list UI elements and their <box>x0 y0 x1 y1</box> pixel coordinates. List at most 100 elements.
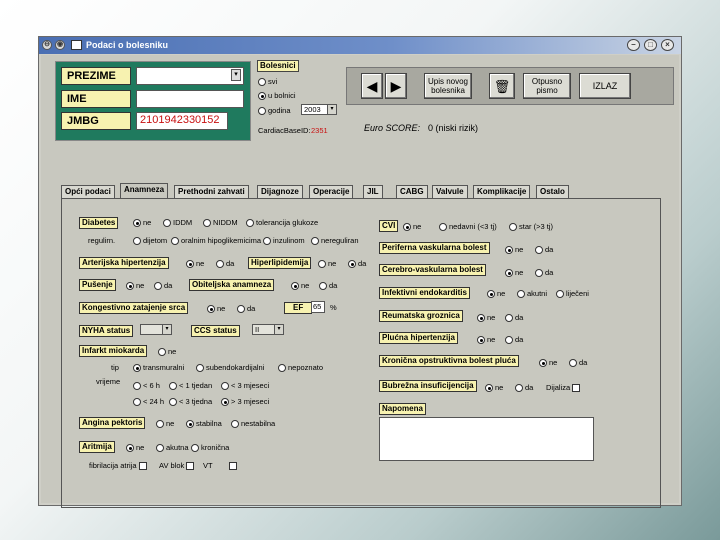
prezime-input[interactable] <box>136 67 244 85</box>
diabetes-tolerancija[interactable]: tolerancija glukoze <box>246 218 318 227</box>
tab-dijagnoze[interactable]: Dijagnoze <box>257 185 303 198</box>
bubrezna-ne[interactable]: ne <box>485 383 503 392</box>
kongestivno-da[interactable]: da <box>237 304 255 313</box>
ef-input[interactable]: 65 <box>311 301 325 313</box>
ime-label: IME <box>61 90 131 108</box>
tab-komplikacije[interactable]: Komplikacije <box>473 185 531 198</box>
diabetes-iddm[interactable]: IDDM <box>163 218 192 227</box>
hiperlipidemija-label: Hiperlipidemija <box>248 257 312 269</box>
reg-inzulinom[interactable]: inzulinom <box>263 236 305 245</box>
periferna-ne[interactable]: ne <box>505 245 523 254</box>
tab-valvule[interactable]: Valvule <box>432 185 468 198</box>
diabetes-niddm[interactable]: NIDDM <box>203 218 238 227</box>
cerebro-label: Cerebro-vaskularna bolest <box>379 264 486 276</box>
ccs-select[interactable]: II ▾ <box>252 324 284 335</box>
plucna-ne[interactable]: ne <box>477 335 495 344</box>
infarkt-transmuralni[interactable]: transmuralni <box>133 363 184 372</box>
napomena-textarea[interactable] <box>379 417 594 461</box>
tab-opci-podaci[interactable]: Opći podaci <box>61 185 115 198</box>
vrijeme-vise-3mjeseci[interactable]: > 3 mjeseci <box>221 397 269 406</box>
vrijeme-3mjeseci[interactable]: < 3 mjeseci <box>221 381 269 390</box>
av-blok-checkbox[interactable]: AV blok <box>159 461 195 470</box>
vrijeme-24h[interactable]: < 24 h <box>133 397 164 406</box>
vrijeme-3tjedna[interactable]: < 3 tjedna <box>169 397 212 406</box>
reumatska-da[interactable]: da <box>505 313 523 322</box>
diabetes-ne[interactable]: ne <box>133 218 151 227</box>
pusenje-da[interactable]: da <box>154 281 172 290</box>
periferna-da[interactable]: da <box>535 245 553 254</box>
kongestivno-ne[interactable]: ne <box>207 304 225 313</box>
bolesnici-svi[interactable]: svi <box>258 77 277 86</box>
vrijeme-1tjedan[interactable]: < 1 tjedan <box>169 381 212 390</box>
infarkt-vrijeme-label: vrijeme <box>96 377 121 386</box>
vt-checkbox[interactable]: VT <box>203 461 237 470</box>
cvi-ne[interactable]: ne <box>403 222 421 231</box>
tab-anamneza[interactable]: Anamneza <box>120 183 169 199</box>
tab-prethodni-zahvati[interactable]: Prethodni zahvati <box>174 185 249 198</box>
cvi-nedavni[interactable]: nedavni (<3 tj) <box>439 222 497 231</box>
infarkt-nepoznato[interactable]: nepoznato <box>278 363 323 372</box>
plucna-da[interactable]: da <box>505 335 523 344</box>
reg-oralnim[interactable]: oralnim hipoglikemicima <box>171 236 261 245</box>
angina-stabilna[interactable]: stabilna <box>186 419 222 428</box>
hipertenzija-ne[interactable]: ne <box>186 259 204 268</box>
kronicna-ne[interactable]: ne <box>539 358 557 367</box>
vrijeme-6h[interactable]: < 6 h <box>133 381 160 390</box>
hiperlipidemija-ne[interactable]: ne <box>318 259 336 268</box>
endokarditis-ne[interactable]: ne <box>487 289 505 298</box>
infarkt-ne[interactable]: ne <box>158 347 176 356</box>
obiteljska-da[interactable]: da <box>319 281 337 290</box>
kronicna-da[interactable]: da <box>569 358 587 367</box>
ime-input[interactable] <box>136 90 244 108</box>
year-select[interactable]: 2003 ▾ <box>301 104 337 115</box>
delete-button[interactable]: 🗑 <box>489 73 515 99</box>
cerebro-da[interactable]: da <box>535 268 553 277</box>
bolesnici-u-bolnici[interactable]: u bolnici <box>258 91 296 100</box>
reumatska-ne[interactable]: ne <box>477 313 495 322</box>
fibrilacija-checkbox[interactable]: fibrilacija atrija <box>89 461 147 470</box>
aritmija-kronicna[interactable]: kronična <box>191 443 229 452</box>
aritmija-ne[interactable]: ne <box>126 443 144 452</box>
tab-operacije[interactable]: Operacije <box>309 185 354 198</box>
infarkt-tip-label: tip <box>111 363 119 372</box>
minimize-button[interactable]: – <box>627 39 640 51</box>
reg-nereguliran[interactable]: nereguliran <box>311 236 359 245</box>
angina-ne[interactable]: ne <box>156 419 174 428</box>
endokarditis-lijeceni[interactable]: liječeni <box>556 289 589 298</box>
new-patient-button[interactable]: Upis novog bolesnika <box>424 73 472 99</box>
hiperlipidemija-da[interactable]: da <box>348 259 366 268</box>
discharge-letter-button[interactable]: Otpusno pismo <box>523 73 571 99</box>
dijaliza-checkbox[interactable]: Dijaliza <box>546 383 581 392</box>
prev-record-button[interactable]: ◀ <box>361 73 383 99</box>
exit-button[interactable]: IZLAZ <box>579 73 631 99</box>
angina-nestabilna[interactable]: nestabilna <box>231 419 275 428</box>
arrow-left-icon: ◀ <box>366 77 378 94</box>
prezime-dropdown-icon[interactable]: ▾ <box>231 69 241 81</box>
maximize-button[interactable]: □ <box>644 39 657 51</box>
aritmija-akutna[interactable]: akutna <box>156 443 189 452</box>
endokarditis-akutni[interactable]: akutni <box>517 289 547 298</box>
hipertenzija-da[interactable]: da <box>216 259 234 268</box>
pusenje-ne[interactable]: ne <box>126 281 144 290</box>
jmbg-input[interactable]: 2101942330152 <box>136 112 228 130</box>
cvi-star[interactable]: star (>3 tj) <box>509 222 553 231</box>
reg-dijetom[interactable]: dijetom <box>133 236 167 245</box>
cerebro-ne[interactable]: ne <box>505 268 523 277</box>
close-button[interactable]: × <box>661 39 674 51</box>
tab-cabg[interactable]: CABG <box>396 185 428 198</box>
bubrezna-da[interactable]: da <box>515 383 533 392</box>
menu-icon[interactable]: ⊖ <box>42 40 52 50</box>
obiteljska-label: Obiteljska anamneza <box>189 279 275 291</box>
infarkt-subendokardijalni[interactable]: subendokardijalni <box>196 363 264 372</box>
plucna-label: Plućna hipertenzija <box>379 332 458 344</box>
tab-jil[interactable]: JIL <box>363 185 383 198</box>
next-record-button[interactable]: ▶ <box>385 73 407 99</box>
settings-icon[interactable]: ◉ <box>55 40 65 50</box>
angina-label: Angina pektoris <box>79 417 146 429</box>
euroscore-value: 0 (niski rizik) <box>428 123 479 133</box>
bolesnici-godina[interactable]: godina <box>258 106 291 115</box>
nyha-select[interactable]: ▾ <box>140 324 172 335</box>
tab-ostalo[interactable]: Ostalo <box>536 185 569 198</box>
cardiac-base-id: 2351 <box>311 126 328 135</box>
obiteljska-ne[interactable]: ne <box>291 281 309 290</box>
